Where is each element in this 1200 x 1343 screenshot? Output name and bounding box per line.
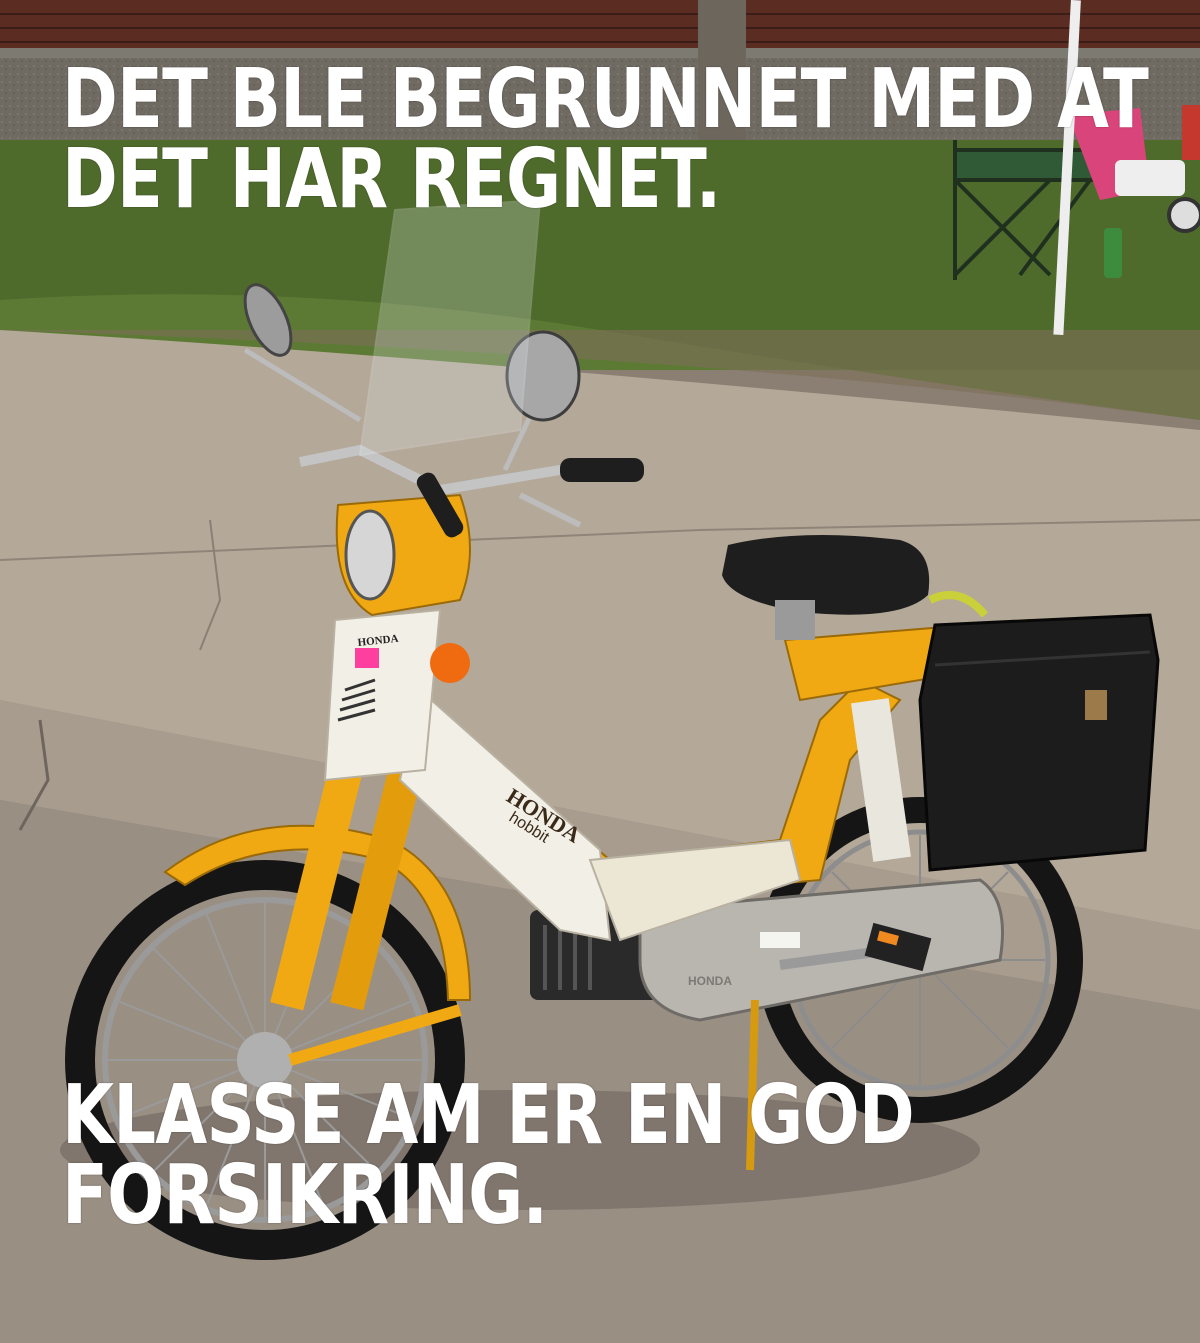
top-caption-line-2: DET HAR REGNET. (62, 132, 721, 228)
saddle-bag (918, 591, 1160, 872)
engine-badge: HONDA (688, 974, 732, 988)
bottom-caption: KLASSE AM ER EN GOD FORSIKRING. (62, 1068, 915, 1244)
bottom-caption-line-2: FORSIKRING. (62, 1148, 548, 1244)
meme-image: HONDA HONDA hobbit HONDA DET BLE BEGRUNN… (0, 0, 1200, 1343)
top-caption: DET BLE BEGRUNNET MED AT DET HAR REGNET. (62, 52, 1149, 228)
bottom-caption-line-1: KLASSE AM ER EN GOD (62, 1068, 915, 1163)
brick-wall (0, 0, 1200, 58)
top-caption-line-1: DET BLE BEGRUNNET MED AT (62, 52, 1149, 147)
green-bottle (1104, 228, 1122, 278)
